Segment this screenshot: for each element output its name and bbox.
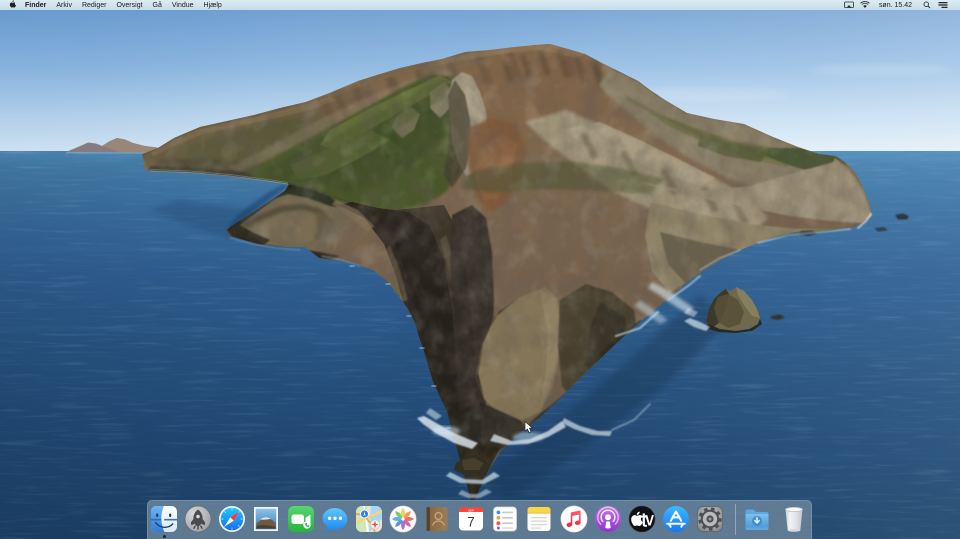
svg-text:7: 7 [467,515,475,530]
svg-text:SEP: SEP [468,508,474,512]
